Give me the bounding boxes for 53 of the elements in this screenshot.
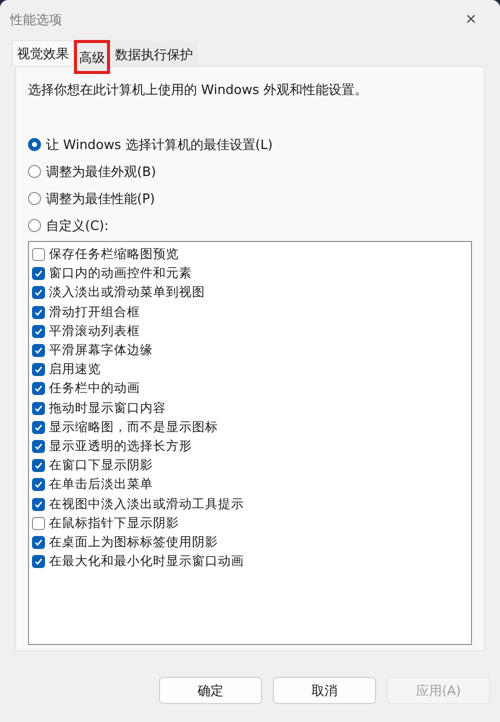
check-icon <box>34 538 43 547</box>
checkbox-label: 窗口内的动画控件和元素 <box>49 265 192 282</box>
radio-button[interactable] <box>28 138 41 151</box>
checkbox[interactable] <box>32 248 45 262</box>
checkbox-label: 拖动时显示窗口内容 <box>49 400 166 417</box>
checkbox[interactable] <box>32 478 45 492</box>
checkbox-label: 在视图中淡入淡出或滑动工具提示 <box>49 496 244 513</box>
radio-button[interactable] <box>28 165 41 178</box>
check-icon <box>34 500 43 509</box>
checkbox-label: 淡入淡出或滑动菜单到视图 <box>49 284 205 302</box>
check-icon <box>34 557 43 566</box>
checkbox-label: 在鼠标指针下显示阴影 <box>49 514 179 532</box>
checkbox[interactable] <box>32 459 45 472</box>
window-title: 性能选项 <box>10 12 62 29</box>
close-button[interactable]: ✕ <box>456 6 486 34</box>
checkbox[interactable] <box>32 324 45 338</box>
description-text: 选择你想在此计算机上使用的 Windows 外观和性能设置。 <box>28 82 368 99</box>
checkbox-label: 滑动打开组合框 <box>49 304 140 321</box>
checkbox-label: 在窗口下显示阴影 <box>49 457 153 474</box>
checkbox[interactable] <box>32 420 45 434</box>
checkbox-label: 显示亚透明的选择长方形 <box>49 438 192 455</box>
checkbox[interactable] <box>32 286 45 300</box>
checkbox[interactable] <box>32 440 45 453</box>
checkbox[interactable] <box>32 555 45 568</box>
radio-button[interactable] <box>28 219 41 232</box>
checkbox-label: 显示缩略图，而不是显示图标 <box>49 418 218 436</box>
radio-label: 调整为最佳性能(P) <box>46 190 155 208</box>
dialog-button[interactable]: 取消 <box>273 677 376 704</box>
checkbox-label: 平滑屏幕字体边缘 <box>49 342 153 360</box>
checkbox-label: 在单击后淡出菜单 <box>49 476 153 494</box>
radio-label: 让 Windows 选择计算机的最佳设置(L) <box>46 136 273 154</box>
radio-label: 自定义(C): <box>46 218 109 234</box>
checkbox[interactable] <box>32 344 45 358</box>
tab[interactable]: 视觉效果 <box>12 40 74 66</box>
checkbox-label: 任务栏中的动画 <box>49 380 140 398</box>
checkbox[interactable] <box>32 516 45 530</box>
checkbox-label: 保存任务栏缩略图预览 <box>49 246 179 264</box>
checkbox[interactable] <box>32 382 45 396</box>
tab[interactable]: 数据执行保护 <box>110 42 198 66</box>
checkbox[interactable] <box>32 402 45 415</box>
checkbox[interactable] <box>32 363 45 376</box>
tab[interactable]: 高级 <box>74 40 110 74</box>
checkbox[interactable] <box>32 498 45 511</box>
radio-button[interactable] <box>28 192 41 205</box>
checkbox-label: 在桌面上为图标标签使用阴影 <box>49 534 218 551</box>
checkbox[interactable] <box>32 536 45 549</box>
dialog-button[interactable]: 确定 <box>159 677 262 704</box>
radio-label: 调整为最佳外观(B) <box>46 164 156 180</box>
checkbox[interactable] <box>32 306 45 319</box>
checkbox-label: 在最大化和最小化时显示窗口动画 <box>49 553 244 570</box>
checkbox[interactable] <box>32 267 45 280</box>
checkbox-label: 平滑滚动列表框 <box>49 322 140 340</box>
checkbox-label: 启用速览 <box>49 361 101 378</box>
